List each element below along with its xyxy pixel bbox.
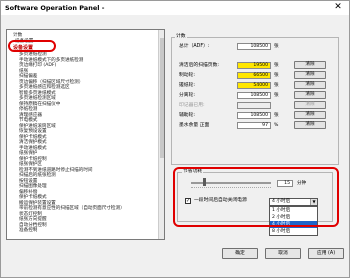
cancel-button[interactable]: 取消 xyxy=(265,248,301,259)
clear-after-clean-button[interactable]: 清除 xyxy=(294,61,326,69)
highlight-rectangle xyxy=(173,167,339,227)
brake-roller-unit: 张 xyxy=(274,73,279,78)
ink-remain-unit: % xyxy=(274,123,279,128)
ink-remain-field: 97 xyxy=(237,122,271,129)
brake-roller-label: 制动轮: xyxy=(179,73,196,78)
tree-item[interactable]: 准备控制 xyxy=(19,228,37,234)
pick-roller-field: 54000 xyxy=(237,82,271,89)
scrollbar-thumb[interactable] xyxy=(160,38,164,158)
ink-remain-label: 墨水余量 正面 xyxy=(179,123,210,128)
total-unit: 张 xyxy=(274,44,279,49)
highlight-oval xyxy=(8,40,56,52)
apply-button[interactable]: 应用 (A) xyxy=(308,248,344,259)
after-clean-label: 清洁后的扫描页数: xyxy=(179,63,219,68)
aux-roller-field: 108500 xyxy=(237,112,271,119)
imprinter-field xyxy=(237,102,271,109)
tree-scrollbar[interactable] xyxy=(158,30,164,239)
title-bar: Software Operation Panel - ✕ xyxy=(1,1,349,15)
aux-roller-label: 辅助轮: xyxy=(179,113,196,118)
software-operation-panel-window: Software Operation Panel - ✕ 计数 设备设置 设备设… xyxy=(0,0,350,278)
separator-unit: 张 xyxy=(274,93,279,98)
total-label: 总计（ADF）: xyxy=(179,44,210,49)
settings-tree[interactable]: 计数 设备设置 设备设置 多页进纸检测 手动进纸模式下的多页进纸检测 页边缘打印… xyxy=(6,29,165,240)
clear-ink-remain-button[interactable]: 清除 xyxy=(294,121,326,129)
separator-label: 分离轮: xyxy=(179,93,196,98)
after-clean-unit: 张 xyxy=(274,63,279,68)
pick-roller-label: 搓纸轮: xyxy=(179,83,196,88)
brake-roller-field: 66500 xyxy=(237,72,271,79)
total-field: 108500 xyxy=(237,43,271,50)
imprinter-label: 印记器已用: xyxy=(179,103,205,108)
ok-button[interactable]: 确定 xyxy=(222,248,258,259)
aux-roller-unit: 张 xyxy=(274,113,279,118)
close-icon[interactable]: ✕ xyxy=(331,2,345,13)
clear-pick-roller-button[interactable]: 清除 xyxy=(294,81,326,89)
window-title: Software Operation Panel - xyxy=(5,4,105,12)
separator-field: 108500 xyxy=(237,92,271,99)
clear-separator-button[interactable]: 清除 xyxy=(294,91,326,99)
clear-brake-roller-button[interactable]: 清除 xyxy=(294,71,326,79)
clear-aux-roller-button[interactable]: 清除 xyxy=(294,111,326,119)
dropdown-option[interactable]: 8 小时后 xyxy=(270,228,317,235)
pick-roller-unit: 张 xyxy=(274,83,279,88)
after-clean-field: 19500 xyxy=(237,62,271,69)
counter-group-label: 计数 xyxy=(175,34,187,40)
clear-imprinter-button[interactable]: 清除 xyxy=(294,101,326,109)
